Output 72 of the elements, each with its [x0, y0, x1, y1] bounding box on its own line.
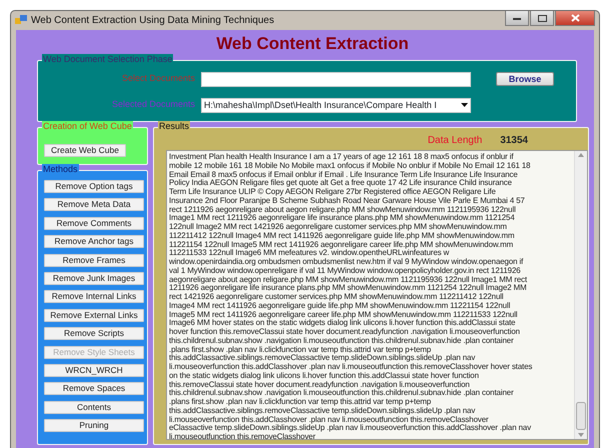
method-button[interactable]: Remove External Links	[44, 308, 144, 322]
method-button[interactable]: Remove Option tags	[44, 180, 144, 193]
result-text-line: Email Email 8 max5 onfocus if Email onblur if Email . Life Insurance Term Life Insurance Life Insurance	[169, 170, 519, 179]
maximize-icon	[538, 14, 546, 22]
result-text-line: rect 1211926 aegonreligare about aegon religare.php MM showMenuwindow.mm 1121195936 122null	[169, 206, 517, 214]
method-button[interactable]: Remove Scripts	[44, 327, 144, 340]
result-text-line: Image5 MM rect 1411926 aegonreligare career life.php MM showMenuwindow.mm 112211533 122null	[169, 310, 518, 319]
result-text-line: hover function this.removeClassui state hover document.readyfunction .navigation li.mouseoverfunction	[169, 328, 521, 337]
result-text-line: li.mouseoverfunction this.addClasshover .plan nav li.mouseoutfunction this.removeClasshover	[169, 416, 490, 424]
result-text-line: Term Life Insurance ULIP © Copy AEGON Religare 27br Registered office AEGON Religare Life	[169, 188, 497, 197]
result-text-line: this.removeClassui state hover document.readyfunction .navigation li.mouseoverfunction	[169, 380, 471, 389]
result-text-line: 112211533 122null Image6 MM mefeatures v2. window.opentheURLwinfeatures w	[169, 249, 450, 258]
method-button[interactable]: Remove Anchor tags	[44, 235, 144, 248]
result-text-line: window.openirdaindia.org ombudsmen ombudsmenlist new.htm if val 9 MyWindow window.openaegon if	[169, 258, 524, 267]
result-text-line: on the static widgets dialog link ulicons li.hover function this.addClassui state hover function	[169, 372, 480, 380]
result-text-line: 122null Image2 MM rect 1421926 aegonreligare customer services.php MM showMenuwindow.mm	[169, 223, 508, 232]
result-text-line: Insurance 2nd Floor Paranjpe B Scheme Subhash Road Near Garware House Vile Parle E Mumbai 4 57	[169, 196, 526, 206]
dropdown-field[interactable]: H:\mahesha\Impl\Dset\Health Insurance\Compare Health I	[201, 98, 471, 112]
result-text-line: Investment Plan health Health Insurance I am a 17 years of age 12 161 18 8 max5 onfocus if onblur if	[169, 153, 514, 162]
result-text-line: this.addClassactive.siblings.removeClassactive temp.slideDown.siblings.slideUp .plan nav	[169, 406, 476, 416]
result-text-line: this.childrenul.subnav.show .navigation li.mouseoutfunction this.childrenul.subnav.hide .plan container	[169, 336, 514, 346]
app-icon	[15, 15, 27, 26]
result-text-line: Image4 MM rect 1411926 aegonreligare guide life.php MM showMenuwindow.mm 11221154 122null	[169, 302, 512, 310]
method-button[interactable]: Remove Junk Images	[44, 272, 144, 285]
close-icon	[570, 14, 580, 22]
create-web-cube-button[interactable]: Create Web Cube	[44, 144, 126, 157]
result-text-line: Image1 MM rect 1211926 aegonreligare life insurance plans.php MM showMenuwindow.mm 1121254	[169, 214, 516, 223]
data-length-value: 31354	[500, 134, 528, 148]
data-length-label: Data Length	[428, 134, 482, 148]
minimize-icon	[513, 16, 521, 20]
method-button[interactable]: WRCN_WRCH	[44, 364, 144, 377]
result-text-line: .plans first.show .plan nav li.clickfunction var temp this.attrid var temp p+temp	[169, 346, 432, 354]
field-label: Select Documents	[120, 72, 196, 86]
result-text-line: Policy India AEGON Religare files get quote alt Get a free quote 17 42 Life insurance Child insurance	[169, 179, 513, 188]
scroll-thumb[interactable]	[576, 402, 586, 430]
method-button[interactable]: Pruning	[44, 419, 144, 432]
result-text-line: this.addClassactive.siblings.removeClassactive temp.slideDown.siblings.slideUp .plan nav	[169, 354, 476, 363]
method-button[interactable]: Remove Frames	[44, 254, 144, 267]
result-text-line: val 1 MyWindow window.openreligare if val 11 MyWindow window.openpolicyholder.gov.in rect 1211926	[169, 266, 522, 276]
result-text-line: .plans first.show .plan nav li.clickfunction var temp this.attrid var temp p+temp	[169, 398, 432, 407]
input-field[interactable]	[201, 72, 471, 86]
scroll-up-icon	[578, 153, 584, 157]
maximize-button[interactable]	[530, 11, 554, 26]
result-text-line: this.childrenul.subnav.show .navigation li.mouseoutfunction this.childrenul.subnav.hide .plan container	[169, 389, 514, 398]
result-text-line: 112211412 122null Image4 MM rect 1411926 aegonreligare guide life.php MM showMenuwindow.mm	[169, 232, 516, 240]
scrollbar[interactable]	[574, 151, 587, 439]
result-text-line: li.mouseoutfunction this.removeClasshover	[169, 433, 316, 439]
method-button[interactable]: Remove Comments	[44, 216, 144, 230]
method-button[interactable]: Remove Internal Links	[44, 290, 144, 304]
close-button[interactable]	[555, 11, 595, 26]
result-text-line: Image6 MM hover states on the static widgets dialog link ulicons li.hover function this.addClassui state	[169, 319, 516, 328]
result-text-line: mobile 12 mobile 161 18 Mobile No Mobile max1 onfocus if Mobile No onblur if Mobile No Email 12 161 18	[169, 162, 532, 170]
group-legend: Creation of Web Cube	[42, 121, 133, 132]
group-legend: Web Document Selection Phase	[42, 54, 174, 65]
result-text-line: 1211926 aegonreligare life insurance plans.php MM showMenuwindow.mm 1121254 122null Image2 MM	[169, 284, 528, 293]
window-title: Web Content Extraction Using Data Mining Techniques	[31, 14, 274, 28]
result-text-line: eClassactive temp.slideDown.siblings.slideUp .plan nav li.mouseoverfunction this.addClasshover .plan nav	[169, 424, 532, 433]
minimize-button[interactable]	[505, 11, 529, 26]
method-button[interactable]: Remove Meta Data	[44, 198, 144, 212]
field-label: Selected Documents	[110, 98, 196, 112]
scroll-down-icon	[578, 433, 584, 437]
browse-button[interactable]: Browse	[496, 72, 554, 86]
caret-icon	[461, 103, 468, 107]
method-button[interactable]: Contents	[44, 400, 144, 414]
result-text-line: 11221154 122null Image5 MM rect 1411926 aegonreligare career life.php MM showMenuwindow.mm	[169, 240, 514, 249]
group-legend: Methods	[42, 164, 79, 175]
app-heading: Web Content Extraction	[215, 34, 410, 54]
method-button[interactable]: Remove Spaces	[44, 382, 144, 396]
result-text-line: rect 1421926 aegonreligare customer services.php MM showMenuwindow.mm 112211412 122null	[169, 293, 504, 302]
group-legend: Results	[158, 121, 190, 132]
result-text-line: li.mouseoverfunction this.addClasshover .plan nav li.mouseoutfunction this.removeClasshover hover states	[169, 363, 534, 372]
result-text-line: aegonreligare about aegon religare.php MM showMenuwindow.mm 1121195936 122null Image1 MM rect	[169, 276, 528, 284]
